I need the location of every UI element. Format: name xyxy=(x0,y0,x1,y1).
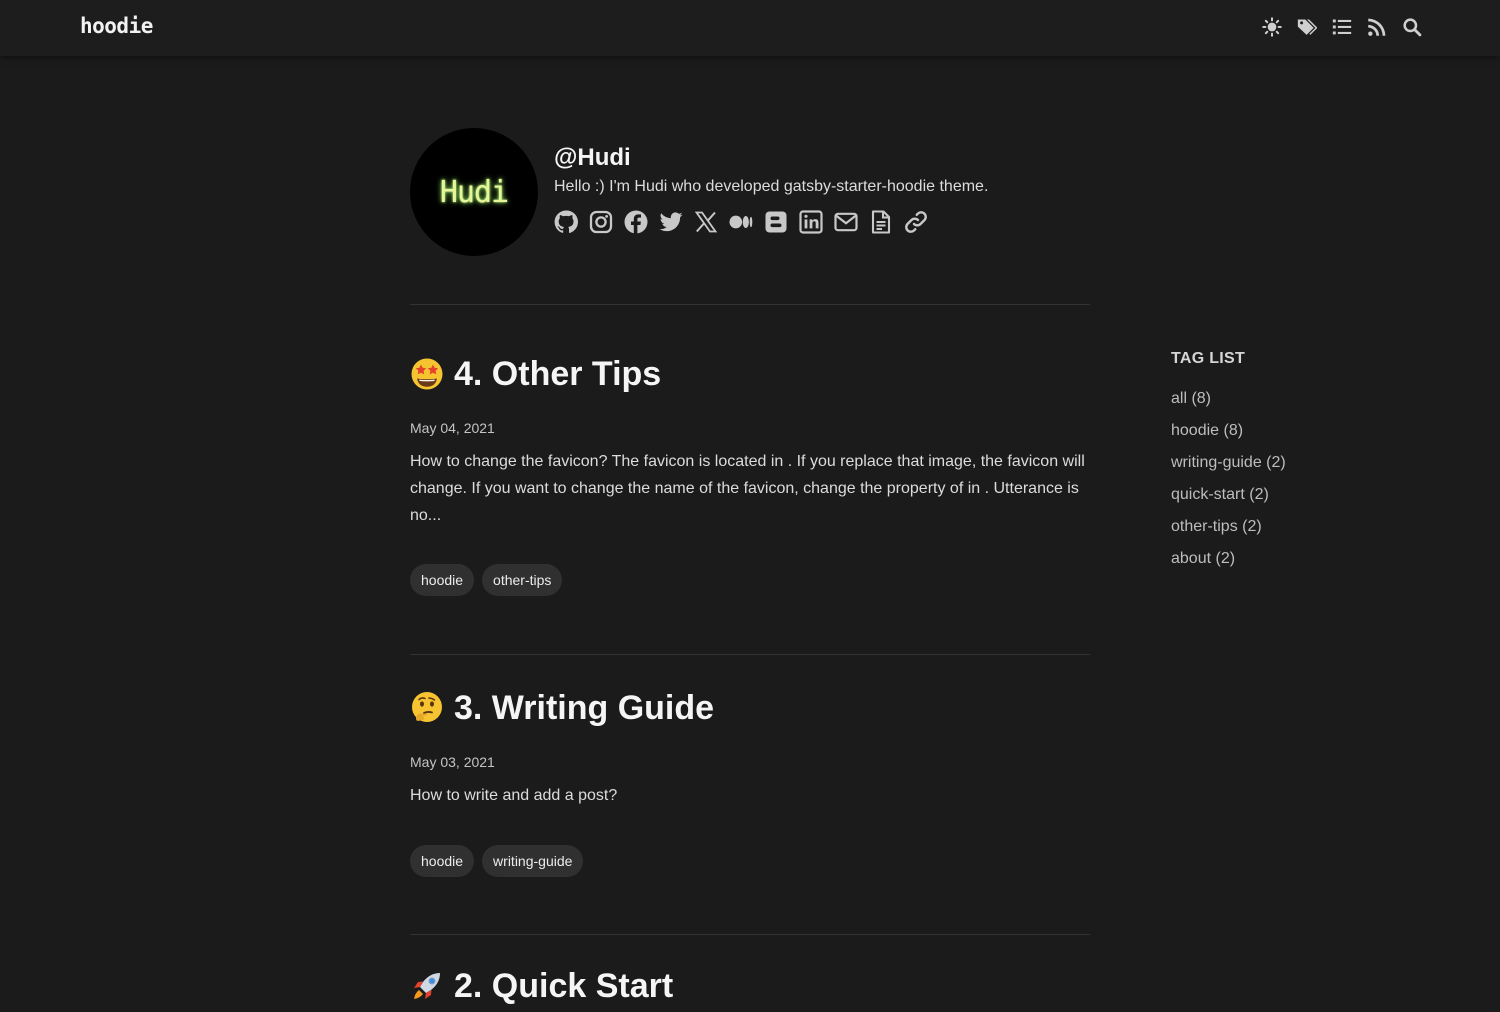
post-title: 3. Writing Guide xyxy=(454,688,715,727)
search-icon[interactable] xyxy=(1402,16,1422,38)
link-icon[interactable] xyxy=(904,210,928,234)
post-list-icon[interactable] xyxy=(1332,16,1352,38)
tag-list-item-quick-start[interactable]: quick-start (2) xyxy=(1171,484,1371,516)
github-icon[interactable] xyxy=(554,210,578,234)
instagram-icon[interactable] xyxy=(589,210,613,234)
tag-list-title: TAG LIST xyxy=(1171,350,1246,367)
resume-icon[interactable] xyxy=(869,210,893,234)
theme-toggle-icon[interactable] xyxy=(1262,16,1282,38)
tag-list-item-about[interactable]: about (2) xyxy=(1171,548,1371,580)
post-description: How to change the favicon? The favicon i… xyxy=(410,453,1085,524)
post-date: May 04, 2021 xyxy=(410,420,495,436)
social-links xyxy=(554,210,928,234)
facebook-icon[interactable] xyxy=(624,210,648,234)
tag-list-item-writing-guide[interactable]: writing-guide (2) xyxy=(1171,452,1371,484)
post-title-link[interactable]: 2. Quick Start xyxy=(410,966,1090,1006)
post-title: 4. Other Tips xyxy=(454,354,662,393)
bio-divider xyxy=(410,304,1090,305)
post-tags: hoodie other-tips xyxy=(410,564,563,596)
post-card: 3. Writing Guide May 03, 2021 How to wri… xyxy=(410,688,1090,877)
author-bio: Hudi @Hudi Hello :) I'm Hudi who develop… xyxy=(410,128,1090,258)
linkedin-icon[interactable] xyxy=(799,210,823,234)
post-card: 2. Quick Start xyxy=(410,966,1090,1006)
thinking-face-emoji-icon xyxy=(410,691,444,725)
medium-icon[interactable] xyxy=(729,210,753,234)
twitter-icon[interactable] xyxy=(659,210,683,234)
author-description: Hello :) I'm Hudi who developed gatsby-s… xyxy=(554,178,989,195)
post-title-link[interactable]: 3. Writing Guide xyxy=(410,688,1090,728)
avatar: Hudi xyxy=(410,128,538,256)
post-date: May 03, 2021 xyxy=(410,754,495,770)
blogger-icon[interactable] xyxy=(764,210,788,234)
site-header: hoodie xyxy=(0,0,1500,56)
tag-list-item-hoodie[interactable]: hoodie (8) xyxy=(1171,420,1371,452)
post-divider xyxy=(410,934,1090,935)
tag-chip-hoodie[interactable]: hoodie xyxy=(410,845,475,877)
tags-icon[interactable] xyxy=(1297,16,1317,38)
post-tags: hoodie writing-guide xyxy=(410,845,584,877)
rocket-emoji-icon xyxy=(410,969,444,1003)
star-struck-emoji-icon xyxy=(410,357,444,391)
tag-chip-other-tips[interactable]: other-tips xyxy=(482,564,563,596)
post-card: 4. Other Tips May 04, 2021 How to change… xyxy=(410,354,1090,596)
site-logo[interactable]: hoodie xyxy=(80,14,153,38)
author-name: @Hudi xyxy=(554,144,631,171)
tag-list-sidebar: TAG LIST all (8) hoodie (8) writing-guid… xyxy=(1171,350,1371,580)
tag-list-item-all[interactable]: all (8) xyxy=(1171,388,1371,420)
avatar-text: Hudi xyxy=(439,174,509,210)
email-icon[interactable] xyxy=(834,210,858,234)
post-description: How to write and add a post? xyxy=(410,787,618,804)
rss-icon[interactable] xyxy=(1367,16,1387,38)
tag-chip-writing-guide[interactable]: writing-guide xyxy=(482,845,584,877)
tag-chip-hoodie[interactable]: hoodie xyxy=(410,564,475,596)
tag-list-item-other-tips[interactable]: other-tips (2) xyxy=(1171,516,1371,548)
header-icon-group xyxy=(1262,16,1422,38)
post-title-link[interactable]: 4. Other Tips xyxy=(410,354,1090,394)
x-icon[interactable] xyxy=(694,210,718,234)
post-divider xyxy=(410,654,1090,655)
